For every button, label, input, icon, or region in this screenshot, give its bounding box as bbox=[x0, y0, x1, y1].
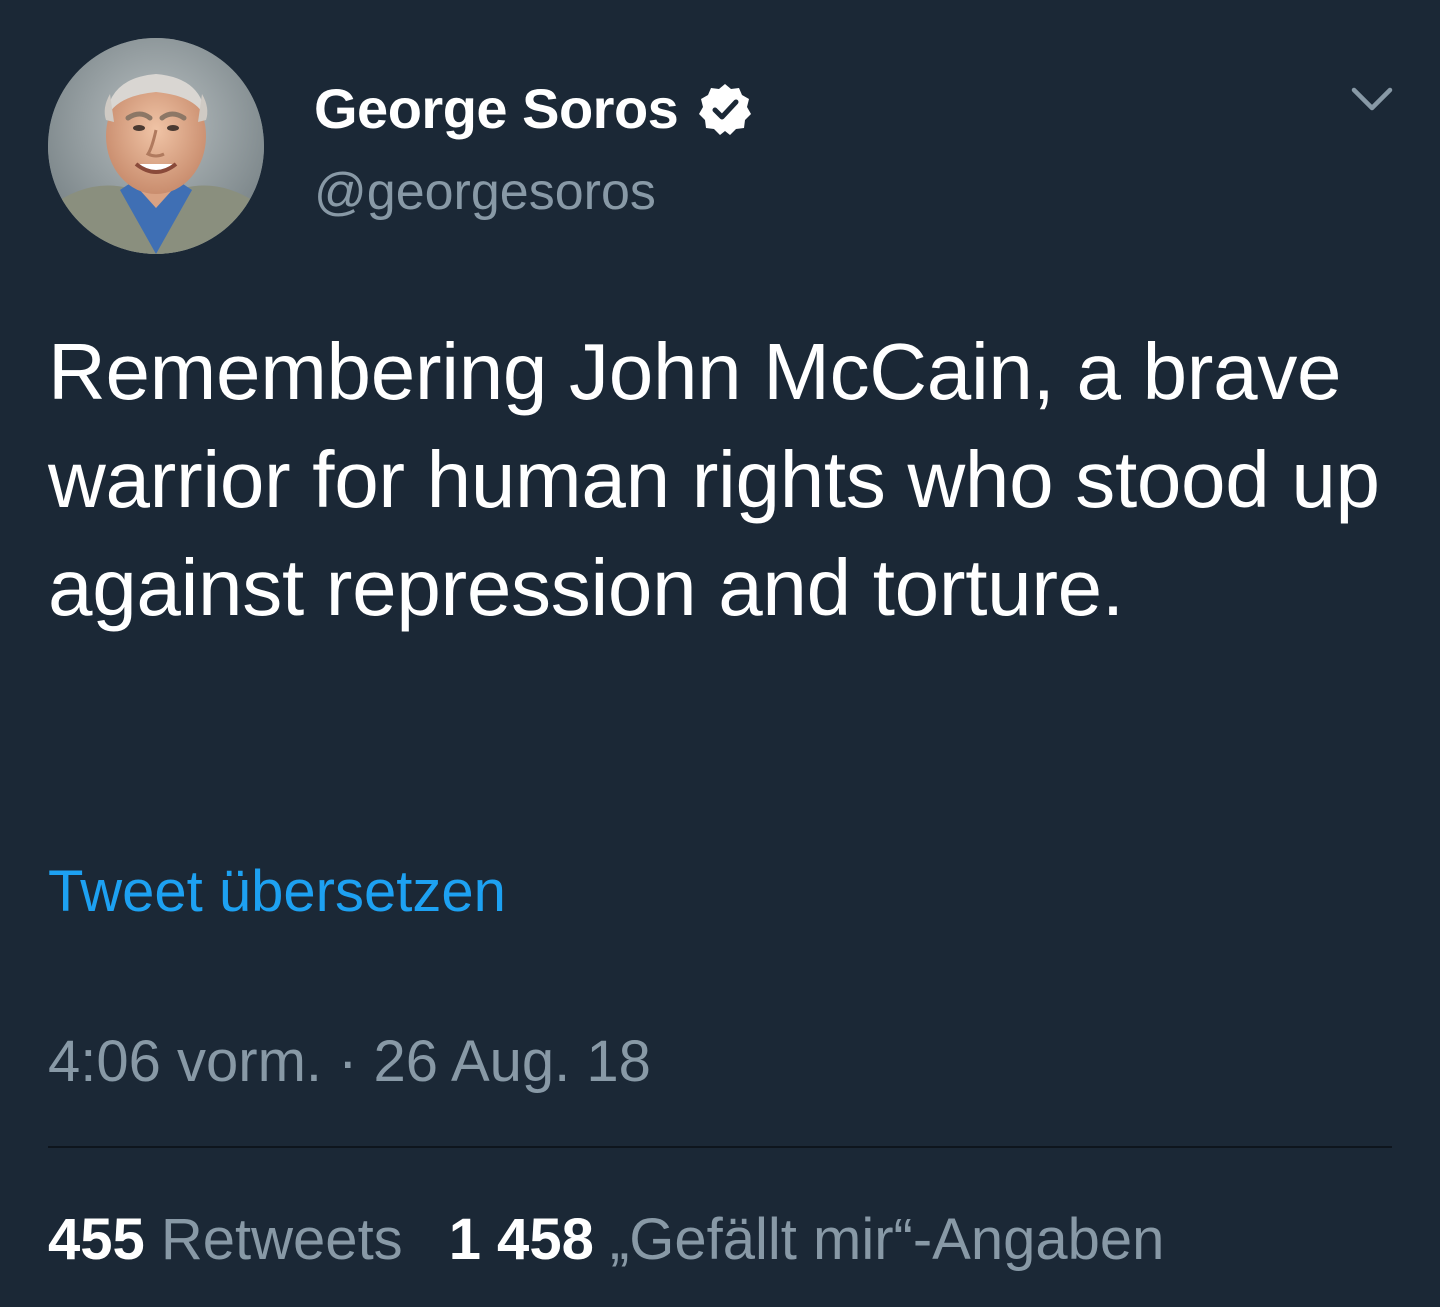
avatar[interactable] bbox=[48, 38, 264, 254]
verified-badge-icon bbox=[699, 84, 751, 135]
likes-stat[interactable]: 1 458 „Gefällt mir“-Angaben bbox=[449, 1207, 1165, 1272]
tweet-text: Remembering John McCain, a brave warrior… bbox=[48, 327, 1380, 632]
tweet-timestamp[interactable]: 4:06 vorm. · 26 Aug. 18 bbox=[48, 1028, 651, 1095]
likes-count: 1 458 bbox=[448, 1207, 594, 1272]
tweet-card: George Soros @georgesoros Remembering Jo… bbox=[0, 0, 1440, 1307]
avatar-image bbox=[48, 38, 264, 254]
tweet-stats: 455 Retweets 1 458 „Gefällt mir“-Angaben bbox=[48, 1206, 1164, 1273]
retweets-label: Retweets bbox=[160, 1207, 403, 1272]
chevron-down-icon[interactable] bbox=[1348, 80, 1396, 118]
translate-tweet-link[interactable]: Tweet übersetzen bbox=[48, 858, 506, 925]
author-display-name[interactable]: George Soros bbox=[314, 76, 679, 141]
divider bbox=[48, 1146, 1392, 1148]
likes-label: „Gefällt mir“-Angaben bbox=[609, 1207, 1165, 1272]
author-handle[interactable]: @georgesoros bbox=[314, 162, 656, 222]
retweets-count: 455 bbox=[48, 1207, 145, 1272]
retweets-stat[interactable]: 455 Retweets bbox=[48, 1207, 403, 1272]
